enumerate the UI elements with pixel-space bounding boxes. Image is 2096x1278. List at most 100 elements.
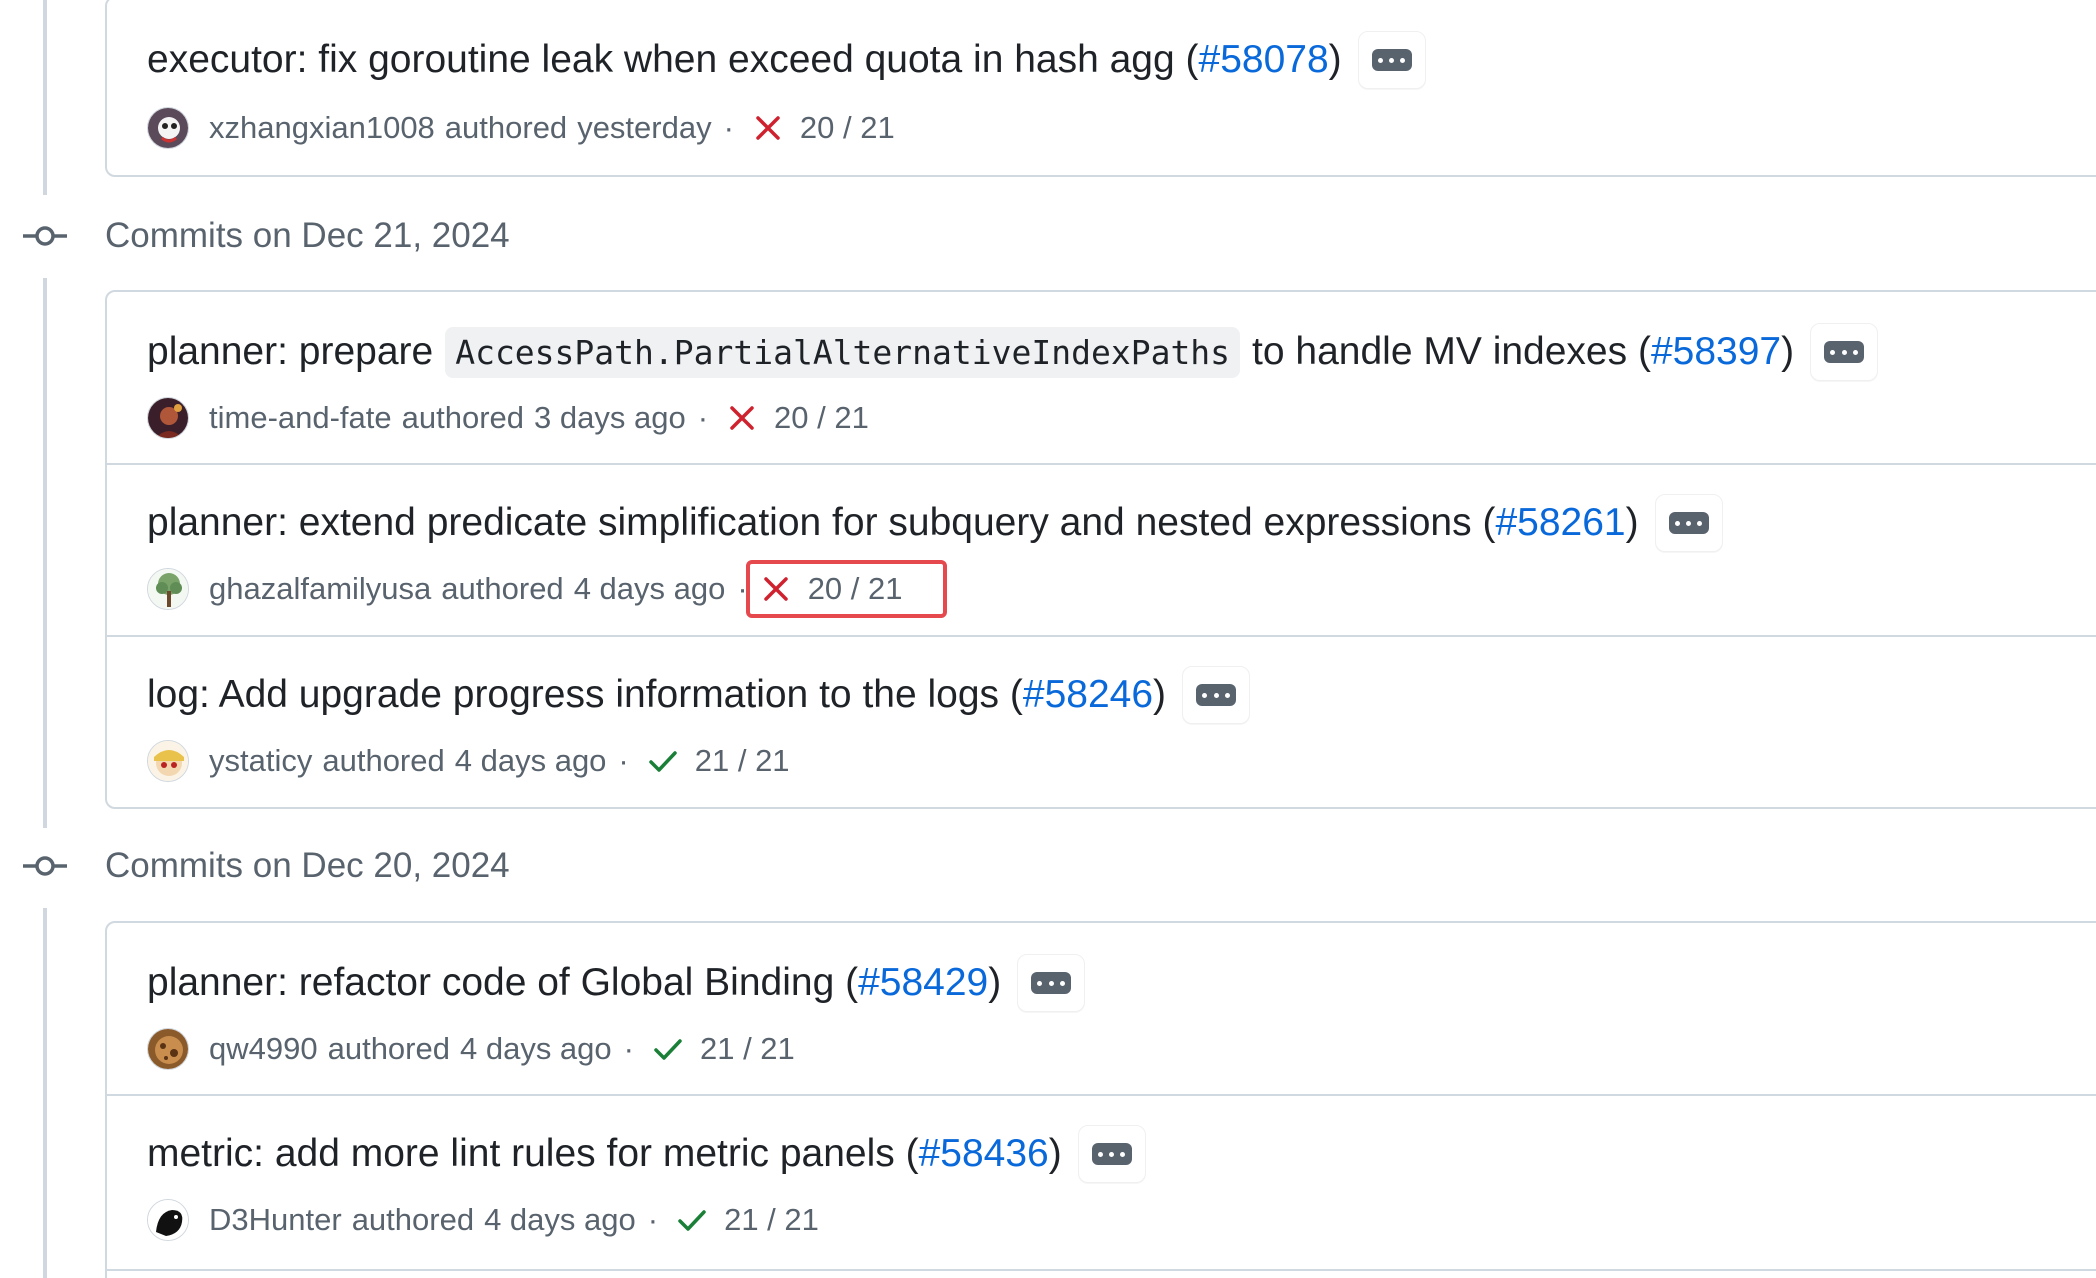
author-link[interactable]: ystaticy	[209, 743, 312, 779]
ellipsis-icon	[1824, 341, 1865, 363]
more-options-button[interactable]	[1182, 666, 1251, 724]
checks-status-highlighted[interactable]: 20 / 21	[745, 560, 947, 618]
avatar[interactable]	[147, 1199, 189, 1241]
checks-count: 21 / 21	[699, 1031, 795, 1066]
x-icon	[763, 577, 788, 601]
commit-row[interactable]: metric: add more lint rules for metric p…	[107, 1096, 2096, 1271]
check-icon	[654, 1039, 682, 1060]
pr-link[interactable]: #58246	[1023, 673, 1153, 717]
avatar[interactable]	[147, 1028, 189, 1070]
pr-link[interactable]: #58261	[1495, 501, 1625, 545]
ellipsis-icon	[1196, 684, 1237, 706]
avatar[interactable]	[147, 107, 189, 149]
commit-meta: ystaticy authored 4 days ago · 21 / 21	[147, 739, 796, 783]
author-link[interactable]: ghazalfamilyusa	[209, 571, 431, 607]
commit-title[interactable]: executor: fix goroutine leak when exceed…	[147, 28, 1426, 92]
avatar[interactable]	[147, 740, 189, 782]
commit-message[interactable]: planner: prepare	[147, 330, 433, 374]
commit-time[interactable]: 4 days ago	[460, 1031, 612, 1067]
pr-link[interactable]: #58429	[858, 961, 988, 1005]
authored-label: authored	[351, 1202, 475, 1237]
commit-row[interactable]: executor: fix goroutine leak when exceed…	[107, 0, 2096, 177]
commit-message-close: )	[1153, 673, 1167, 716]
author-link[interactable]: D3Hunter	[209, 1202, 342, 1238]
commit-title[interactable]: log: Add upgrade progress information to…	[147, 663, 1251, 727]
authored-label: authored	[401, 400, 525, 435]
separator: ·	[697, 400, 709, 435]
commit-row[interactable]: log: Add upgrade progress information to…	[107, 637, 2096, 807]
ellipsis-icon	[1031, 972, 1072, 994]
checks-count: 20 / 21	[799, 110, 895, 145]
commit-message[interactable]: metric: add more lint rules for metric p…	[147, 1132, 919, 1176]
commit-meta: qw4990 authored 4 days ago · 21 / 21	[147, 1027, 801, 1071]
commit-title[interactable]: planner: refactor code of Global Binding…	[147, 951, 1086, 1015]
commit-list-box: executor: fix goroutine leak when exceed…	[105, 0, 2096, 177]
more-options-button[interactable]	[1017, 954, 1086, 1012]
checks-count: 21 / 21	[724, 1202, 819, 1237]
commit-message[interactable]: log: Add upgrade progress information to…	[147, 673, 1023, 717]
avatar[interactable]	[147, 397, 189, 439]
authored-label: authored	[322, 743, 445, 778]
commit-message[interactable]: executor: fix goroutine leak when exceed…	[147, 38, 1199, 82]
avatar[interactable]	[147, 568, 189, 610]
date-group-header: Commits on Dec 21, 2024	[0, 206, 700, 266]
commit-time[interactable]: 4 days ago	[574, 571, 726, 607]
checks-status[interactable]: 21 / 21	[670, 1195, 825, 1245]
commit-meta: xzhangxian1008 authored yesterday · 20 /…	[147, 106, 901, 150]
commit-message-close: )	[1625, 501, 1639, 544]
x-icon	[756, 116, 780, 140]
commit-time[interactable]: 4 days ago	[484, 1202, 636, 1238]
separator: ·	[623, 1031, 634, 1066]
commit-time[interactable]: 4 days ago	[455, 743, 607, 779]
separator: ·	[618, 743, 629, 778]
author-link[interactable]: time-and-fate	[209, 400, 392, 436]
check-icon	[678, 1210, 706, 1231]
more-options-button[interactable]	[1810, 323, 1879, 381]
checks-count: 20 / 21	[807, 571, 903, 606]
checks-status[interactable]: 21 / 21	[646, 1024, 801, 1074]
commit-row[interactable]: planner: refactor code of Global Binding…	[107, 923, 2096, 1096]
ellipsis-icon	[1371, 49, 1412, 71]
commit-list-box: planner: prepare AccessPath.PartialAlter…	[105, 290, 2096, 809]
commit-row[interactable]: planner: extend predicate simplification…	[107, 465, 2096, 637]
pr-link[interactable]: #58397	[1651, 330, 1781, 374]
separator: ·	[723, 110, 734, 145]
checks-status[interactable]: 20 / 21	[746, 103, 901, 153]
checks-status[interactable]: 20 / 21	[720, 393, 875, 443]
author-link[interactable]: xzhangxian1008	[209, 110, 435, 146]
commit-meta: ghazalfamilyusa authored 4 days ago · 20…	[147, 560, 947, 618]
more-options-button[interactable]	[1077, 1125, 1146, 1183]
check-icon	[649, 751, 677, 772]
commit-time[interactable]: 3 days ago	[534, 400, 686, 436]
commit-title[interactable]: metric: add more lint rules for metric p…	[147, 1122, 1146, 1186]
commit-message-close: )	[1328, 38, 1342, 81]
timeline-line	[43, 278, 47, 828]
checks-count: 21 / 21	[694, 743, 790, 778]
date-group-header: Commits on Dec 20, 2024	[0, 836, 700, 896]
commit-row[interactable]: planner: prepare AccessPath.PartialAlter…	[107, 292, 2096, 465]
timeline-line	[43, 0, 47, 195]
commit-message[interactable]: planner: refactor code of Global Binding…	[147, 961, 858, 1005]
commit-list-box: planner: refactor code of Global Binding…	[105, 921, 2096, 1278]
commit-meta: time-and-fate authored 3 days ago · 20 /…	[147, 396, 875, 440]
pr-link[interactable]: #58436	[919, 1132, 1049, 1176]
ellipsis-icon	[1668, 512, 1709, 534]
author-link[interactable]: qw4990	[209, 1031, 318, 1067]
timeline-line	[43, 908, 47, 1278]
inline-code: AccessPath.PartialAlternativeIndexPaths	[445, 326, 1241, 378]
authored-label: authored	[327, 1031, 450, 1066]
commit-message[interactable]: planner: extend predicate simplification…	[147, 501, 1495, 545]
ellipsis-icon	[1091, 1143, 1132, 1165]
commit-title[interactable]: planner: prepare AccessPath.PartialAlter…	[147, 320, 1879, 384]
checks-status[interactable]: 21 / 21	[641, 736, 796, 786]
commit-title[interactable]: planner: extend predicate simplification…	[147, 491, 1723, 555]
commit-message-continued[interactable]: to handle MV indexes (	[1252, 330, 1651, 374]
git-commit-icon	[23, 856, 67, 876]
pr-link[interactable]: #58078	[1199, 38, 1329, 82]
more-options-button[interactable]	[1357, 31, 1426, 89]
checks-count: 20 / 21	[774, 400, 869, 435]
commit-history-page: executor: fix goroutine leak when exceed…	[0, 0, 2096, 1278]
commit-message-close: )	[1781, 330, 1795, 373]
more-options-button[interactable]	[1654, 494, 1723, 552]
commit-time[interactable]: yesterday	[577, 110, 711, 146]
